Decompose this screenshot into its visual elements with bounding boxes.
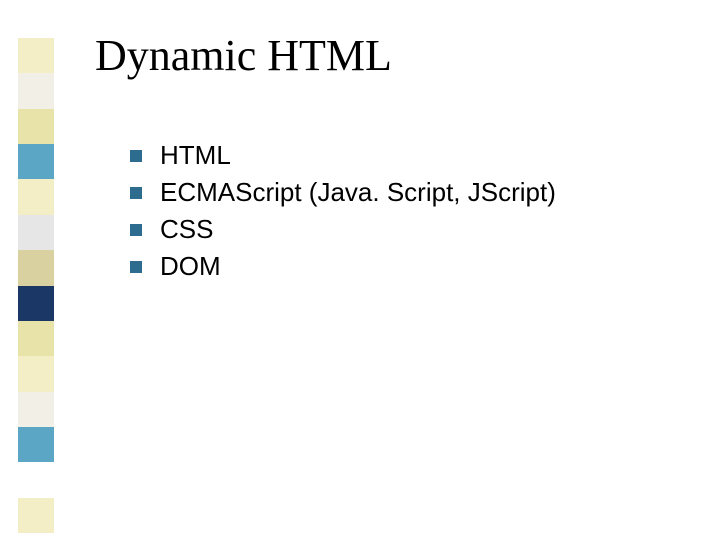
sidebar-segment	[18, 215, 54, 250]
sidebar-segment	[18, 250, 54, 285]
sidebar-segment	[18, 498, 54, 533]
sidebar-segment	[18, 427, 54, 462]
list-item-label: HTML	[160, 140, 231, 171]
sidebar-segment	[18, 179, 54, 214]
sidebar-segment	[18, 286, 54, 321]
slide-title: Dynamic HTML	[95, 30, 392, 81]
list-item: DOM	[130, 251, 556, 282]
sidebar-segment	[18, 144, 54, 179]
square-bullet-icon	[130, 261, 142, 273]
sidebar-segment	[18, 109, 54, 144]
list-item-label: ECMAScript (Java. Script, JScript)	[160, 177, 556, 208]
sidebar-segment	[18, 356, 54, 391]
sidebar-segment	[18, 321, 54, 356]
sidebar-segment	[18, 462, 54, 497]
list-item: HTML	[130, 140, 556, 171]
list-item: ECMAScript (Java. Script, JScript)	[130, 177, 556, 208]
square-bullet-icon	[130, 224, 142, 236]
list-item-label: DOM	[160, 251, 221, 282]
sidebar-segment	[18, 392, 54, 427]
square-bullet-icon	[130, 150, 142, 162]
decorative-sidebar	[18, 38, 54, 533]
bullet-list: HTML ECMAScript (Java. Script, JScript) …	[130, 140, 556, 288]
sidebar-segment	[18, 38, 54, 73]
list-item: CSS	[130, 214, 556, 245]
square-bullet-icon	[130, 187, 142, 199]
list-item-label: CSS	[160, 214, 213, 245]
sidebar-segment	[18, 73, 54, 108]
